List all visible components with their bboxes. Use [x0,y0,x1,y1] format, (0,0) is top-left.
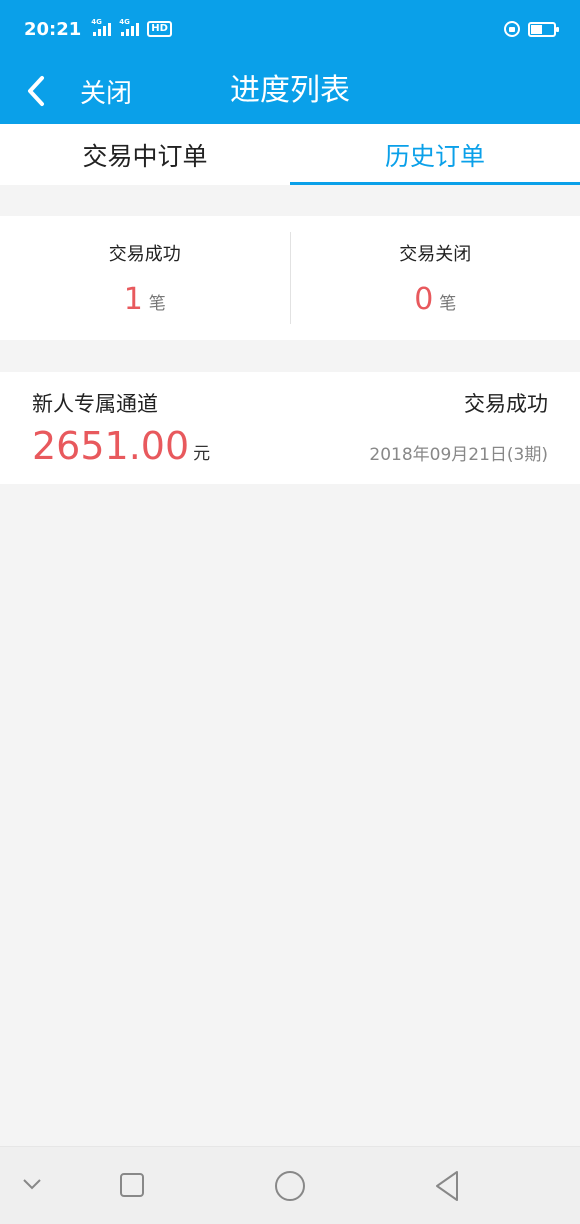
recent-apps-button[interactable] [118,1171,146,1199]
summary-closed-unit: 笔 [439,293,457,314]
battery-icon [528,21,559,37]
summary-closed-count-row: 0笔 [291,282,580,317]
system-back-button[interactable] [432,1169,462,1203]
status-right [504,21,559,37]
order-date: 2018年09月21日(3期) [369,445,548,465]
summary-closed-count: 0 [414,281,434,317]
summary-success-unit: 笔 [148,293,166,314]
close-label: 关闭 [80,78,133,109]
back-button[interactable]: 关闭 [22,58,152,124]
status-time: 20:21 [24,18,82,40]
network-type-label: 4G [91,18,102,26]
square-icon [120,1173,144,1197]
circle-icon [275,1171,305,1201]
tab-in-progress-orders[interactable]: 交易中订单 [0,124,290,185]
status-bar: 20:21 4G 4G HD [0,0,580,58]
chevron-left-icon [28,76,44,106]
chevron-down-icon[interactable] [18,1175,46,1195]
system-nav-bar [0,1146,580,1224]
battery-level [531,24,542,34]
summary-success: 交易成功 1笔 [0,240,290,317]
order-amount: 2651.00 [32,424,190,468]
triangle-back-icon [436,1171,458,1201]
summary-closed-label: 交易关闭 [399,243,472,265]
order-tabs: 交易中订单 历史订单 [0,124,580,185]
home-button[interactable] [273,1169,307,1203]
order-name: 新人专属通道 [32,392,158,416]
app-screen: 20:21 4G 4G HD 关闭 进度列表 交易中订单 历史订单 交易成功 1… [0,0,580,1224]
signal-strength-icon: 4G [119,18,141,38]
signal-group: 4G 4G HD [91,18,172,38]
nav-bar: 关闭 进度列表 [0,58,580,124]
order-list-item[interactable]: 新人专属通道 交易成功 2651.00 元 2018年09月21日(3期) [0,372,580,484]
summary-success-count-row: 1笔 [0,282,290,317]
summary-card: 交易成功 1笔 交易关闭 0笔 [0,216,580,340]
summary-success-label: 交易成功 [108,243,181,265]
signal-strength-icon: 4G [91,18,113,38]
order-amount-row: 2651.00 元 [32,424,210,468]
order-currency: 元 [193,444,211,464]
rotation-lock-icon [504,21,520,37]
summary-closed: 交易关闭 0笔 [291,240,580,317]
order-status: 交易成功 [464,392,548,416]
network-type-label: 4G [119,18,130,26]
tab-history-orders[interactable]: 历史订单 [290,124,580,185]
summary-success-count: 1 [123,281,143,317]
hd-voice-icon: HD [147,21,172,37]
